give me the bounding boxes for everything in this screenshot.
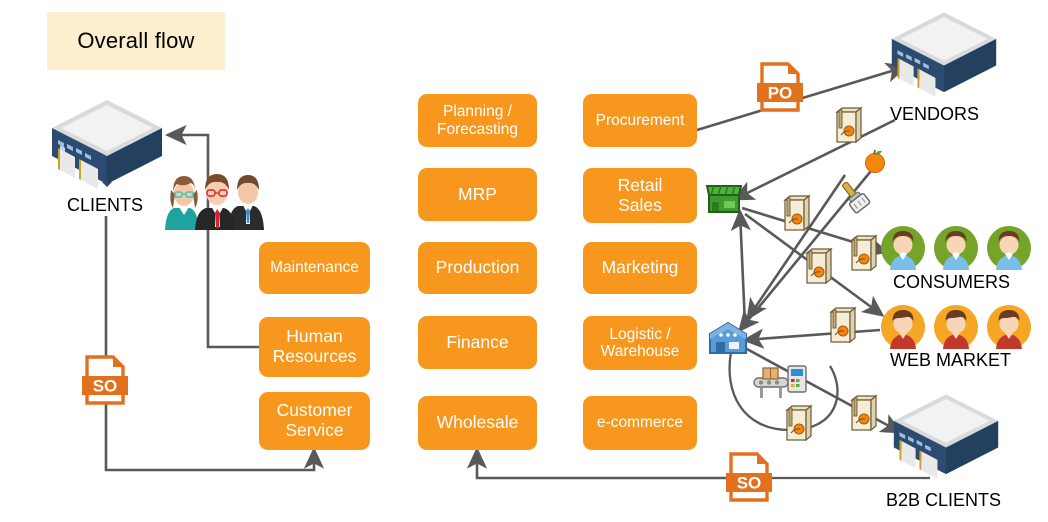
process-box-label: Logistic / Warehouse	[600, 325, 680, 360]
document-label: SO	[93, 377, 118, 396]
process-box-label: Finance	[446, 331, 509, 352]
process-box-wholesale[interactable]: Wholesale	[418, 396, 537, 450]
process-box-label: Wholesale	[436, 412, 519, 433]
process-box-procurement[interactable]: Procurement	[583, 94, 697, 147]
process-box-label: MRP	[458, 183, 497, 204]
juice-carton-icon	[824, 304, 860, 346]
avatar-group-icon-consumers	[880, 225, 1032, 271]
employees-icon	[162, 168, 270, 230]
purchase-order-document[interactable]: PO	[757, 62, 805, 114]
process-box-production[interactable]: Production	[418, 242, 537, 294]
process-box-logistic-warehouse[interactable]: Logistic / Warehouse	[583, 316, 697, 370]
process-box-customer-service[interactable]: Customer Service	[259, 392, 370, 450]
juice-carton-icon	[845, 392, 881, 434]
distribution-warehouse-icon	[708, 320, 748, 356]
process-box-finance[interactable]: Finance	[418, 316, 537, 369]
conveyor-belt-icon	[752, 360, 808, 402]
wire-so-to-wholesale	[466, 446, 726, 480]
process-box-e-commerce[interactable]: e-commerce	[583, 396, 697, 450]
entity-label-consumers: CONSUMERS	[893, 272, 1011, 292]
process-box-maintenance[interactable]: Maintenance	[259, 242, 370, 294]
document-label: SO	[737, 474, 762, 493]
warehouse-building-icon-b2b	[890, 390, 1002, 486]
process-box-label: Retail Sales	[617, 174, 663, 215]
juicer-press-icon	[838, 170, 880, 214]
entity-label-clients: CLIENTS	[67, 195, 144, 215]
entity-label-b2b-clients: B2B CLIENTS	[886, 490, 1002, 510]
sales-order-document-left[interactable]: SO	[82, 355, 130, 407]
process-box-label: Human Resources	[272, 326, 357, 366]
sales-order-document-bottom[interactable]: SO	[726, 452, 774, 504]
juice-carton-icon	[845, 232, 881, 274]
process-box-label: e-commerce	[596, 414, 684, 432]
process-box-marketing[interactable]: Marketing	[583, 242, 697, 294]
page-title-banner: Overall flow	[47, 12, 225, 70]
process-box-label: Planning / Forecasting	[437, 103, 518, 138]
entity-label-webmarket: WEB MARKET	[890, 350, 1012, 370]
warehouse-building-icon-vendors	[888, 8, 1000, 104]
process-box-mrp[interactable]: MRP	[418, 168, 537, 221]
avatar-group-icon-webmarket	[880, 304, 1032, 350]
process-box-planning-forecasting[interactable]: Planning / Forecasting	[418, 94, 537, 147]
juice-carton-icon	[800, 245, 836, 287]
juice-carton-icon	[780, 402, 816, 444]
process-box-label: Customer Service	[276, 400, 353, 440]
process-box-human-resources[interactable]: Human Resources	[259, 317, 370, 377]
wire-hr-to-clients	[164, 124, 259, 349]
process-box-label: Marketing	[601, 257, 679, 278]
page-title: Overall flow	[77, 28, 195, 53]
warehouse-building-icon-clients	[48, 96, 166, 196]
juice-carton-icon	[778, 192, 814, 234]
retail-store-icon	[705, 182, 743, 214]
document-label: PO	[768, 84, 793, 103]
process-box-label: Maintenance	[270, 259, 359, 277]
entity-label-vendors: VENDORS	[890, 104, 980, 124]
wire-warehouse-to-retail	[730, 208, 751, 326]
juice-carton-icon	[830, 104, 866, 146]
process-box-retail-sales[interactable]: Retail Sales	[583, 168, 697, 223]
diagram-canvas: Overall flow Maintenance Human Resources…	[0, 0, 1048, 522]
process-box-label: Production	[435, 257, 520, 278]
process-box-label: Procurement	[595, 111, 685, 129]
